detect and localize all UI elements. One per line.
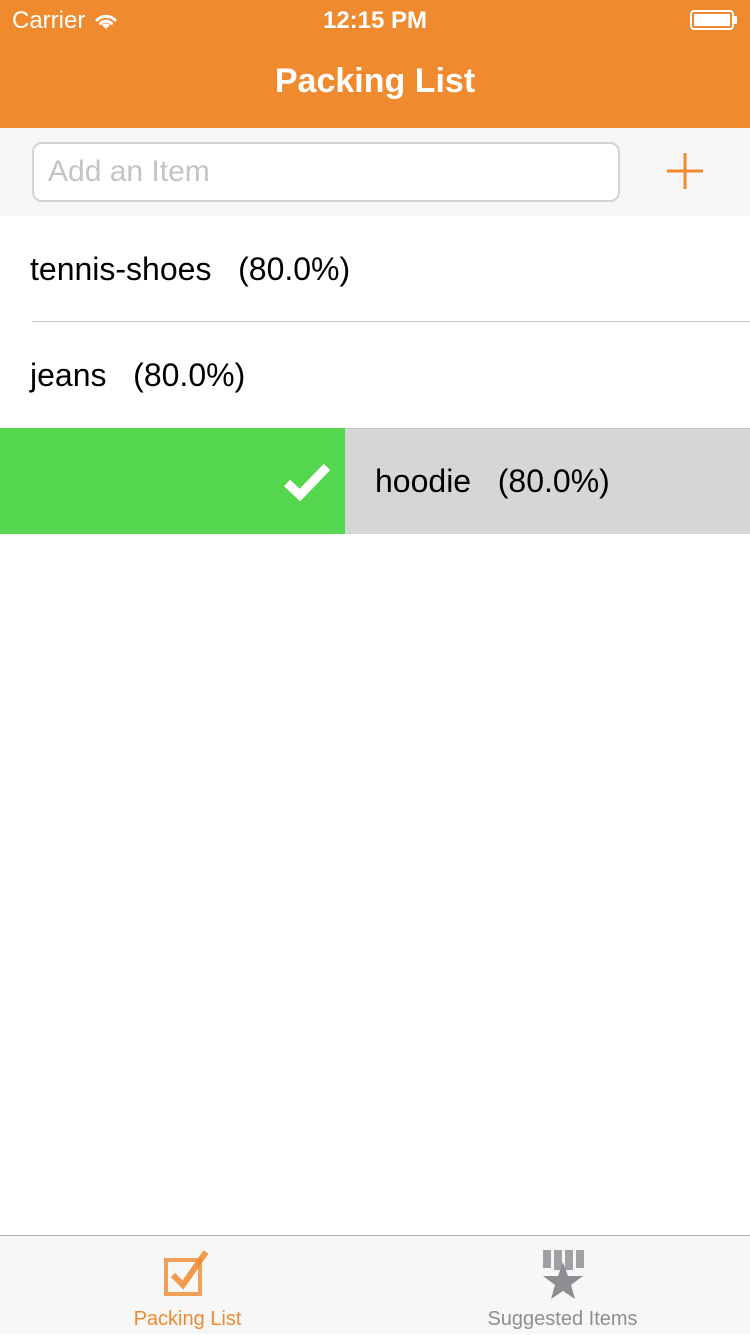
packing-list: tennis-shoes (80.0%) jeans (80.0%) hoodi… xyxy=(0,216,750,534)
battery-icon xyxy=(690,10,737,30)
navigation-header: Carrier 12:15 PM Packing List xyxy=(0,0,750,128)
add-item-button[interactable] xyxy=(654,140,716,202)
tab-label: Suggested Items xyxy=(487,1308,638,1330)
add-item-bar xyxy=(0,128,750,216)
status-time: 12:15 PM xyxy=(322,7,428,34)
item-name: jeans xyxy=(30,357,107,393)
tab-label: Packing List xyxy=(133,1308,242,1330)
page-title: Packing List xyxy=(274,62,476,100)
checkbox-icon xyxy=(164,1250,209,1296)
item-name: hoodie xyxy=(375,463,472,499)
item-name: tennis-shoes xyxy=(30,251,212,287)
tab-bar: Packing List Suggested Items xyxy=(0,1235,750,1334)
tab-packing-list[interactable]: Packing List xyxy=(0,1236,375,1335)
item-percent: (80.0%) xyxy=(133,357,246,393)
status-bar: Carrier 12:15 PM xyxy=(0,0,750,40)
checkmark-icon xyxy=(283,463,331,501)
list-item-swiped[interactable]: hoodie (80.0%) xyxy=(0,428,750,534)
plus-icon xyxy=(667,153,703,189)
item-label: tennis-shoes (80.0%) xyxy=(30,216,350,322)
item-label: hoodie (80.0%) xyxy=(375,428,610,534)
tab-suggested-items[interactable]: Suggested Items xyxy=(375,1236,750,1335)
item-label: jeans (80.0%) xyxy=(30,322,245,428)
list-item[interactable]: tennis-shoes (80.0%) xyxy=(0,216,750,322)
medal-star-icon xyxy=(542,1250,584,1299)
item-percent: (80.0%) xyxy=(238,251,351,287)
list-item[interactable]: jeans (80.0%) xyxy=(0,322,750,428)
mark-packed-button[interactable] xyxy=(0,428,345,534)
add-item-input[interactable] xyxy=(32,142,620,202)
item-percent: (80.0%) xyxy=(497,463,610,499)
